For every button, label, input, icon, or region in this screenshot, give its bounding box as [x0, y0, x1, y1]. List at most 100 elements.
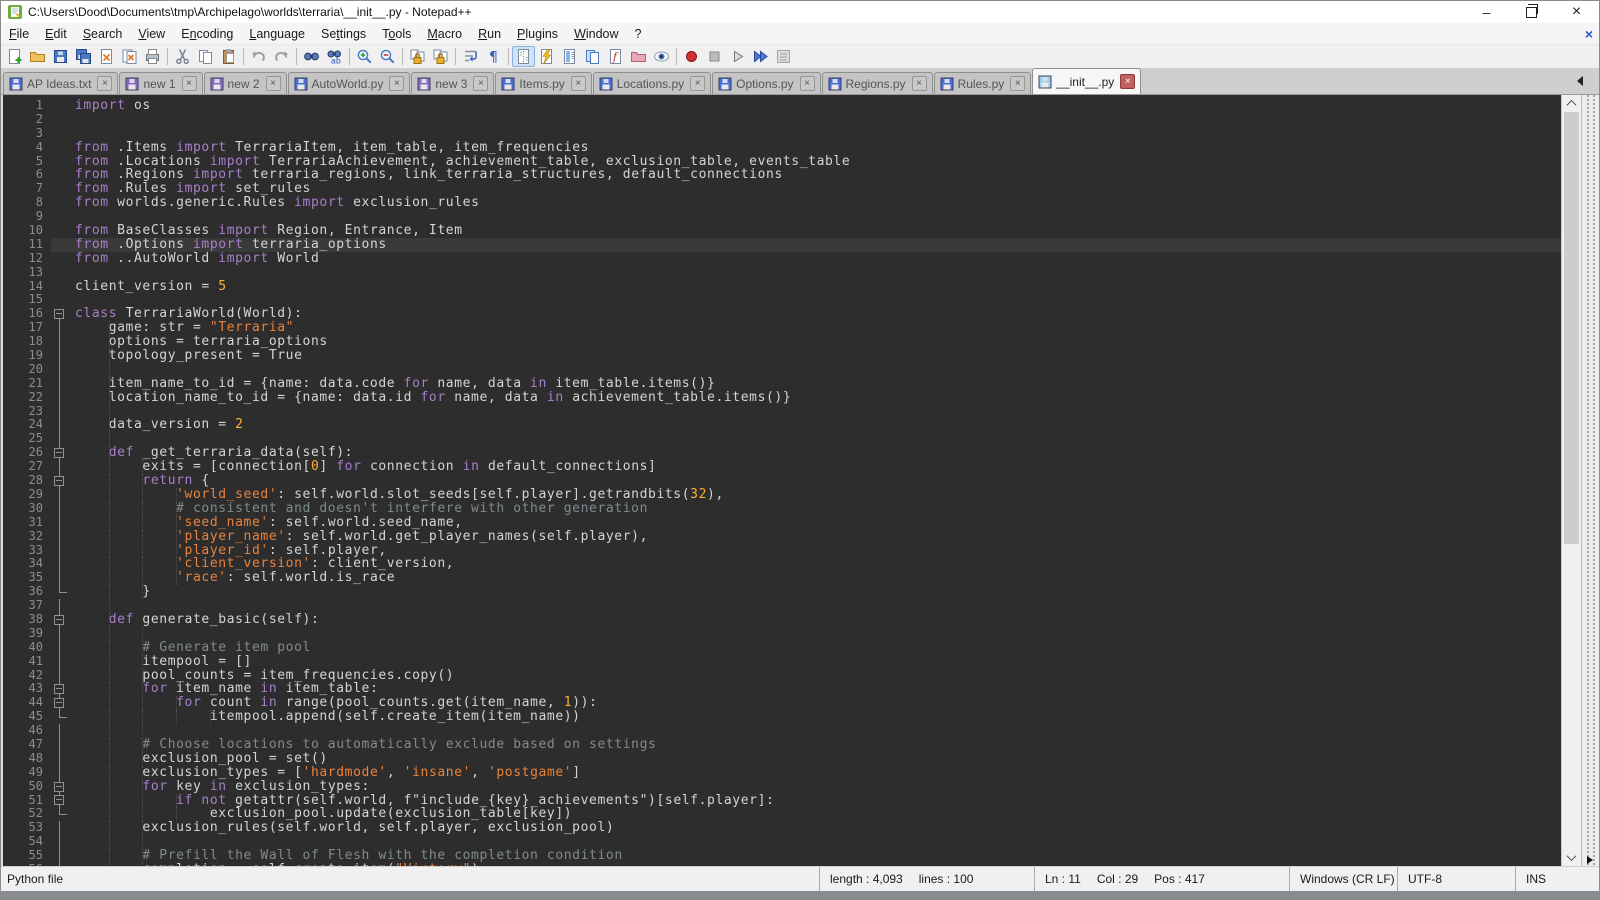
- code-line[interactable]: 50 for key in exclusion_types:: [3, 780, 1561, 794]
- line-number[interactable]: 46: [3, 724, 51, 738]
- code-line[interactable]: 3: [3, 127, 1561, 141]
- code-line[interactable]: 27 exits = [connection[0] for connection…: [3, 460, 1561, 474]
- close-button[interactable]: ×: [1554, 1, 1599, 23]
- code-line[interactable]: 54: [3, 835, 1561, 849]
- find-icon[interactable]: [300, 46, 323, 67]
- fold-collapse-icon[interactable]: [51, 696, 69, 710]
- line-number[interactable]: 34: [3, 557, 51, 571]
- menu-item-encoding[interactable]: Encoding: [173, 25, 241, 43]
- code-line[interactable]: 7from .Rules import set_rules: [3, 182, 1561, 196]
- menu-item-edit[interactable]: Edit: [37, 25, 75, 43]
- line-number[interactable]: 8: [3, 196, 51, 210]
- line-number[interactable]: 31: [3, 516, 51, 530]
- tab-close-icon[interactable]: ×: [690, 76, 705, 91]
- code-line[interactable]: 40 # Generate item pool: [3, 641, 1561, 655]
- tab-close-icon[interactable]: ×: [266, 76, 281, 91]
- new-file-icon[interactable]: [3, 46, 26, 67]
- line-number[interactable]: 4: [3, 141, 51, 155]
- line-number[interactable]: 52: [3, 807, 51, 821]
- line-number[interactable]: 1: [3, 99, 51, 113]
- code-line[interactable]: 4from .Items import TerrariaItem, item_t…: [3, 141, 1561, 155]
- status-insert-mode[interactable]: INS: [1515, 867, 1599, 891]
- tab-items-py[interactable]: Items.py×: [495, 72, 591, 94]
- project-panel-icon[interactable]: [627, 46, 650, 67]
- line-number[interactable]: 44: [3, 696, 51, 710]
- tab-new-1[interactable]: new 1×: [119, 72, 202, 94]
- document-map-icon[interactable]: [558, 46, 581, 67]
- code-line[interactable]: 39: [3, 627, 1561, 641]
- line-number[interactable]: 42: [3, 669, 51, 683]
- tab-close-icon[interactable]: ×: [1010, 76, 1025, 91]
- record-macro-icon[interactable]: [680, 46, 703, 67]
- close-file-icon[interactable]: [95, 46, 118, 67]
- code-line[interactable]: 56 completion = self.create_item("Victor…: [3, 863, 1561, 866]
- fold-collapse-icon[interactable]: [51, 794, 69, 808]
- line-number[interactable]: 41: [3, 655, 51, 669]
- code-line[interactable]: 31 'seed_name': self.world.seed_name,: [3, 516, 1561, 530]
- line-number[interactable]: 9: [3, 210, 51, 224]
- menu-item-tools[interactable]: Tools: [374, 25, 419, 43]
- redo-icon[interactable]: [270, 46, 293, 67]
- save-icon[interactable]: [49, 46, 72, 67]
- code-line[interactable]: 46: [3, 724, 1561, 738]
- menu-item-window[interactable]: Window: [566, 25, 626, 43]
- scrollbar-thumb[interactable]: [1564, 112, 1579, 544]
- function-list-icon[interactable]: [535, 46, 558, 67]
- code-line[interactable]: 43 for item_name in item_table:: [3, 682, 1561, 696]
- code-line[interactable]: 29 'world_seed': self.world.slot_seeds[s…: [3, 488, 1561, 502]
- code-line[interactable]: 38 def generate_basic(self):: [3, 613, 1561, 627]
- code-line[interactable]: 23: [3, 405, 1561, 419]
- code-line[interactable]: 36 }: [3, 585, 1561, 599]
- code-line[interactable]: 51 if not getattr(self.world, f"include_…: [3, 794, 1561, 808]
- line-number[interactable]: 43: [3, 682, 51, 696]
- code-line[interactable]: 8from worlds.generic.Rules import exclus…: [3, 196, 1561, 210]
- line-number[interactable]: 27: [3, 460, 51, 474]
- menu-item-view[interactable]: View: [130, 25, 173, 43]
- code-line[interactable]: 45 itempool.append(self.create_item(item…: [3, 710, 1561, 724]
- line-number[interactable]: 54: [3, 835, 51, 849]
- line-number[interactable]: 7: [3, 182, 51, 196]
- tab-regions-py[interactable]: Regions.py×: [822, 72, 933, 94]
- code-line[interactable]: 17 game: str = "Terraria": [3, 321, 1561, 335]
- dock-splitter[interactable]: [1581, 95, 1599, 866]
- close-document-icon[interactable]: ×: [1585, 26, 1593, 42]
- menu-item-file[interactable]: File: [1, 25, 37, 43]
- status-eol-format[interactable]: Windows (CR LF): [1289, 867, 1397, 891]
- code-line[interactable]: 34 'client_version': client_version,: [3, 557, 1561, 571]
- line-number[interactable]: 24: [3, 418, 51, 432]
- code-line[interactable]: 53 exclusion_rules(self.world, self.play…: [3, 821, 1561, 835]
- tab-new-3[interactable]: new 3×: [411, 72, 494, 94]
- vertical-scrollbar[interactable]: [1561, 95, 1581, 866]
- line-number[interactable]: 20: [3, 363, 51, 377]
- scroll-down-icon[interactable]: [1562, 849, 1581, 866]
- tab-close-icon[interactable]: ×: [182, 76, 197, 91]
- line-number[interactable]: 45: [3, 710, 51, 724]
- tab-close-icon[interactable]: ×: [571, 76, 586, 91]
- code-line[interactable]: 19 topology_present = True: [3, 349, 1561, 363]
- code-line[interactable]: 30 # consistent and doesn't interfere wi…: [3, 502, 1561, 516]
- line-number[interactable]: 21: [3, 377, 51, 391]
- menu-item-settings[interactable]: Settings: [313, 25, 374, 43]
- line-number[interactable]: 17: [3, 321, 51, 335]
- line-number[interactable]: 40: [3, 641, 51, 655]
- line-number[interactable]: 53: [3, 821, 51, 835]
- line-number[interactable]: 39: [3, 627, 51, 641]
- cut-icon[interactable]: [171, 46, 194, 67]
- code-line[interactable]: 14client_version = 5: [3, 280, 1561, 294]
- zoom-in-icon[interactable]: [353, 46, 376, 67]
- line-number[interactable]: 10: [3, 224, 51, 238]
- fold-collapse-icon[interactable]: [51, 446, 69, 460]
- tab-close-icon[interactable]: ×: [473, 76, 488, 91]
- menu-item-language[interactable]: Language: [241, 25, 313, 43]
- tab-autoworld-py[interactable]: AutoWorld.py×: [288, 72, 411, 94]
- fold-collapse-icon[interactable]: [51, 682, 69, 696]
- line-number[interactable]: 14: [3, 280, 51, 294]
- line-number[interactable]: 28: [3, 474, 51, 488]
- line-number[interactable]: 33: [3, 544, 51, 558]
- paste-icon[interactable]: [217, 46, 240, 67]
- line-number[interactable]: 2: [3, 113, 51, 127]
- sync-horizontal-icon[interactable]: [429, 46, 452, 67]
- replace-icon[interactable]: ab: [323, 46, 346, 67]
- code-line[interactable]: 48 exclusion_pool = set(): [3, 752, 1561, 766]
- line-number[interactable]: 51: [3, 794, 51, 808]
